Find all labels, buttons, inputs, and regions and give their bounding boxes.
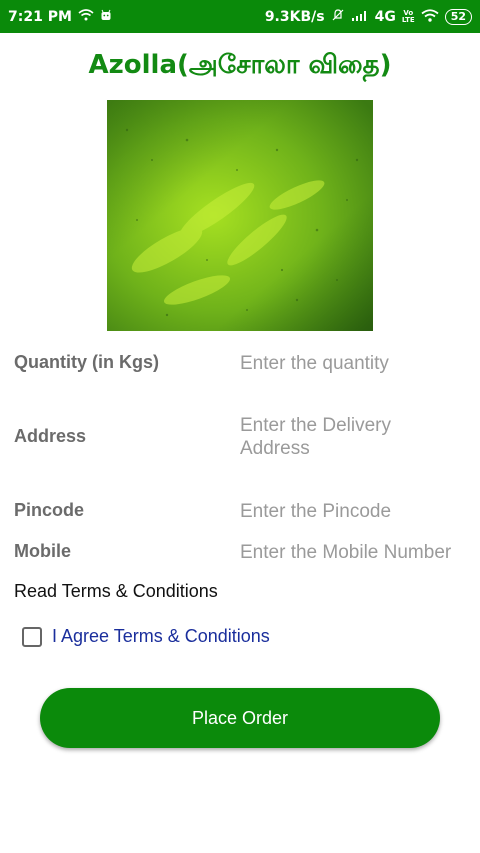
network-type: 4G	[374, 8, 396, 25]
product-image	[107, 100, 373, 331]
read-terms-link[interactable]: Read Terms & Conditions	[14, 581, 218, 602]
signal-icon	[351, 9, 369, 24]
mobile-label: Mobile	[14, 541, 71, 561]
mobile-input[interactable]: Enter the Mobile Number	[240, 541, 470, 564]
agree-terms-label[interactable]: I Agree Terms & Conditions	[52, 626, 270, 647]
status-time: 7:21 PM	[8, 8, 72, 25]
address-label: Address	[14, 426, 87, 446]
android-icon	[100, 9, 112, 24]
agree-checkbox[interactable]	[22, 626, 42, 647]
address-input[interactable]: Enter the Delivery Address	[240, 414, 440, 460]
volte-icon: Vo LTE	[401, 8, 415, 24]
wifi-icon	[78, 9, 94, 24]
page-title: Azolla(அசோலா விதை)	[88, 50, 392, 80]
status-left: 7:21 PM	[8, 9, 112, 25]
pincode-input[interactable]: Enter the Pincode	[240, 500, 470, 523]
wifi-icon	[421, 8, 439, 25]
mute-icon	[331, 8, 345, 25]
battery-icon: 52	[444, 8, 472, 25]
quantity-input[interactable]: Enter the quantity	[240, 352, 470, 375]
pincode-label: Pincode	[14, 500, 85, 520]
quantity-label: Quantity (in Kgs)	[14, 352, 159, 372]
network-speed: 9.3KB/s	[264, 8, 325, 25]
place-order-button[interactable]: Place Order	[40, 688, 440, 748]
status-bar: 7:21 PM 9.3KB/s 4G Vo LTE 52	[0, 0, 480, 33]
status-right: 9.3KB/s 4G Vo LTE 52	[265, 8, 472, 25]
agree-terms-row[interactable]: I Agree Terms & Conditions	[22, 626, 270, 647]
